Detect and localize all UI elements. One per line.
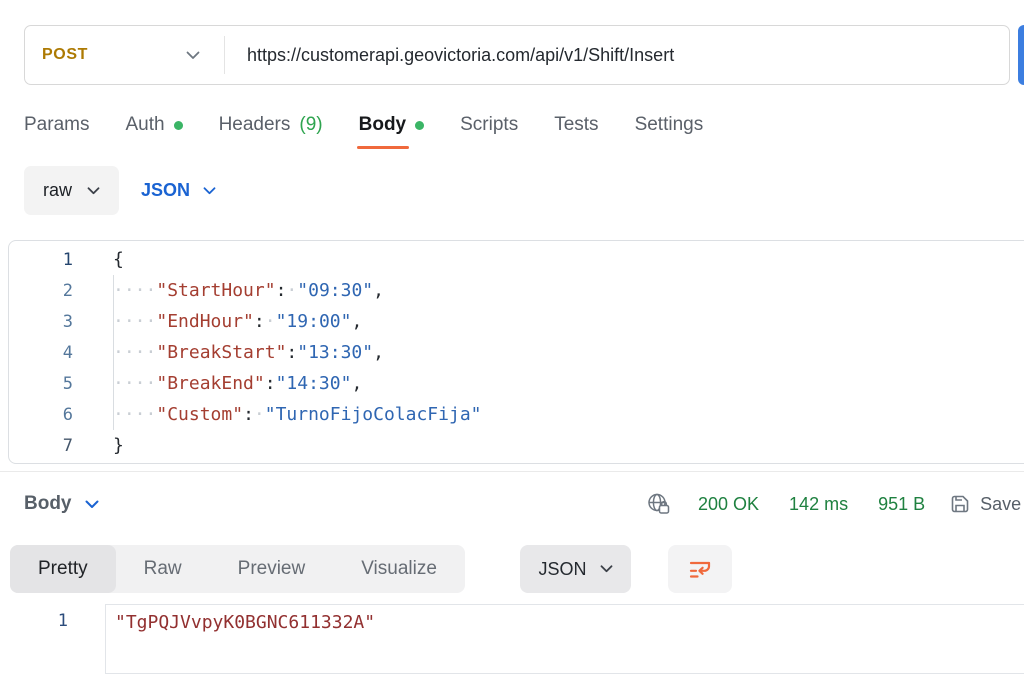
- response-size[interactable]: 951 B: [878, 494, 925, 515]
- auth-status-dot-icon: [173, 120, 183, 130]
- body-format-label: JSON: [141, 180, 191, 200]
- line-number: 4: [62, 342, 73, 363]
- code-text: }: [113, 435, 124, 456]
- url-bar: POST https://customerapi.geovictoria.com…: [24, 25, 1010, 85]
- request-body-editor[interactable]: 1{2 ····"StartHour":·"09:30", 3 ····"EndHou…: [8, 240, 1024, 464]
- method-selector[interactable]: POST: [25, 46, 224, 64]
- url-input[interactable]: https://customerapi.geovictoria.com/api/…: [247, 45, 674, 66]
- indent-guide: [113, 275, 114, 430]
- tab-tests[interactable]: Tests: [554, 114, 598, 136]
- view-pretty-label: Pretty: [38, 558, 88, 579]
- tab-scripts-label: Scripts: [460, 114, 519, 135]
- body-mode-dropdown[interactable]: raw: [24, 166, 120, 215]
- tab-body[interactable]: Body: [356, 114, 425, 149]
- line-number: 2: [62, 280, 73, 301]
- view-visualize[interactable]: Visualize: [333, 545, 465, 593]
- globe-lock-icon: [646, 492, 672, 516]
- chevron-down-icon: [600, 565, 613, 573]
- tab-headers[interactable]: Headers (9): [219, 114, 323, 136]
- code-text: ····"StartHour":·"09:30",: [113, 280, 384, 301]
- line-number: 7: [62, 435, 73, 456]
- tab-settings-label: Settings: [634, 114, 704, 135]
- view-raw[interactable]: Raw: [116, 545, 210, 593]
- method-url-divider: [224, 36, 225, 74]
- code-text: ····"BreakEnd":"14:30",: [113, 373, 363, 394]
- chevron-down-icon: [87, 186, 100, 195]
- code-text: ····"EndHour":·"19:00",: [113, 311, 363, 332]
- request-response-divider[interactable]: [0, 471, 1024, 472]
- response-view-switcher: Pretty Raw Preview Visualize: [10, 545, 465, 593]
- line-number: 3: [62, 311, 73, 332]
- view-preview-label: Preview: [237, 558, 306, 579]
- tab-params-label: Params: [24, 114, 90, 135]
- code-line-1[interactable]: 1{: [9, 244, 1024, 275]
- code-line-4[interactable]: 4 ····"BreakStart":"13:30",: [9, 337, 1024, 368]
- chevron-down-icon: [85, 500, 99, 509]
- tab-body-label: Body: [356, 114, 409, 149]
- send-button-edge[interactable]: [1018, 25, 1024, 85]
- response-line-number: 1: [57, 611, 68, 631]
- tab-tests-label: Tests: [554, 114, 599, 135]
- response-body-viewer[interactable]: "TgPQJVvpyK0BGNC611332A": [105, 604, 1024, 674]
- status-badge[interactable]: 200 OK: [698, 494, 759, 515]
- code-line-2[interactable]: 2 ····"StartHour":·"09:30",: [9, 275, 1024, 306]
- tab-headers-label: Headers: [218, 114, 291, 135]
- response-format-dropdown[interactable]: JSON: [520, 545, 631, 593]
- wrap-lines-button[interactable]: [668, 545, 732, 593]
- response-section-label: Body: [24, 493, 72, 514]
- save-icon: [949, 493, 971, 515]
- body-type-row: raw JSON: [24, 166, 216, 215]
- body-format-dropdown[interactable]: JSON: [141, 180, 216, 201]
- tab-settings[interactable]: Settings: [635, 114, 704, 136]
- code-text: {: [113, 249, 124, 270]
- response-time[interactable]: 142 ms: [789, 494, 848, 515]
- line-number: 1: [62, 249, 73, 270]
- save-button-label: Save: [980, 493, 1022, 514]
- save-response-button[interactable]: Save: [949, 493, 1021, 515]
- code-line-3[interactable]: 3 ····"EndHour":·"19:00",: [9, 306, 1024, 337]
- code-text: ····"Custom":·"TurnoFijoColacFija": [113, 404, 482, 425]
- code-line-7[interactable]: 7}: [9, 430, 1024, 461]
- code-line-6[interactable]: 6 ····"Custom":·"TurnoFijoColacFija": [9, 399, 1024, 430]
- body-status-dot-icon: [415, 120, 425, 130]
- response-header: Body: [24, 486, 99, 522]
- tab-auth-label: Auth: [125, 114, 165, 135]
- response-section-dropdown[interactable]: Body: [24, 493, 99, 515]
- chevron-down-icon: [186, 51, 200, 60]
- view-segments: Pretty Raw Preview Visualize: [10, 545, 465, 593]
- headers-count-badge: (9): [299, 114, 323, 135]
- view-raw-label: Raw: [143, 558, 182, 579]
- request-code-lines: 1{2 ····"StartHour":·"09:30", 3 ····"EndHou…: [9, 244, 1024, 461]
- tab-auth[interactable]: Auth: [125, 114, 183, 136]
- text-wrap-icon: [687, 558, 713, 580]
- tab-params[interactable]: Params: [24, 114, 89, 136]
- view-preview[interactable]: Preview: [210, 545, 334, 593]
- response-status-bar: 200 OK 142 ms 951 B Save: [646, 486, 1021, 522]
- view-pretty[interactable]: Pretty: [10, 545, 116, 593]
- line-number: 5: [62, 373, 73, 394]
- response-body-text: "TgPQJVvpyK0BGNC611332A": [115, 612, 376, 633]
- view-visualize-label: Visualize: [361, 558, 437, 579]
- request-tabs: Params Auth Headers (9) Body Scripts Tes…: [24, 114, 704, 149]
- body-mode-label: raw: [43, 180, 73, 200]
- response-format-label: JSON: [538, 558, 587, 579]
- line-number: 6: [62, 404, 73, 425]
- code-line-5[interactable]: 5 ····"BreakEnd":"14:30",: [9, 368, 1024, 399]
- method-label: POST: [42, 46, 88, 63]
- tab-scripts[interactable]: Scripts: [460, 114, 518, 136]
- code-text: ····"BreakStart":"13:30",: [113, 342, 384, 363]
- chevron-down-icon: [203, 186, 216, 195]
